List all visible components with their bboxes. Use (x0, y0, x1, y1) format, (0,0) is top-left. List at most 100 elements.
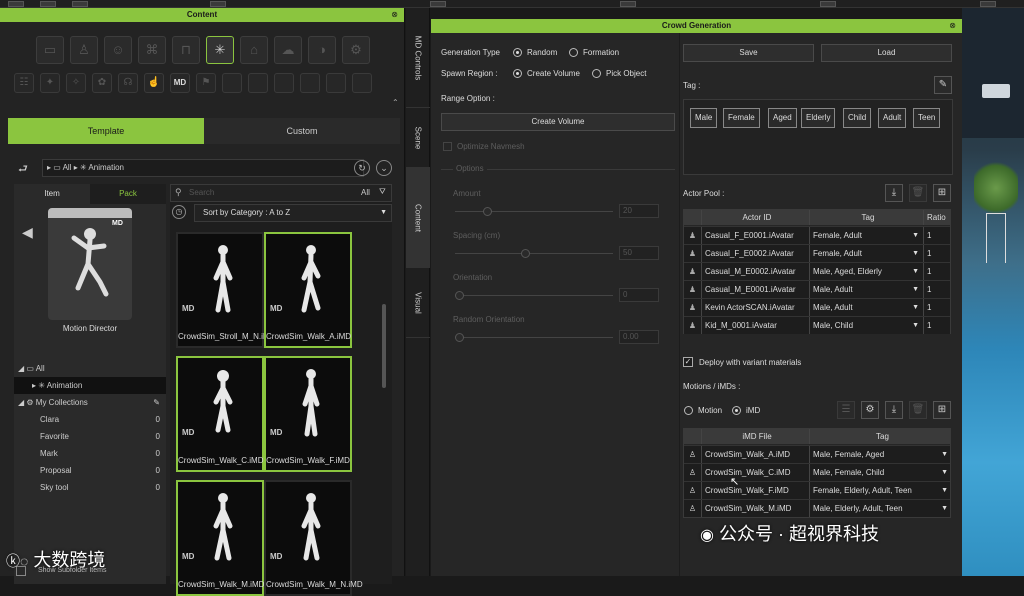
asset-thumbnail[interactable]: MD CrowdSim_Walk_A.iMD (264, 232, 352, 348)
tab-template[interactable]: Template (8, 118, 204, 144)
actor-ratio-cell[interactable]: 1 (924, 227, 952, 244)
toolbar-button[interactable] (210, 1, 226, 7)
collapse-icon[interactable]: ⌃ (392, 98, 399, 107)
md-icon[interactable]: MD (170, 73, 190, 93)
actor-ratio-cell[interactable]: 1 (924, 281, 952, 298)
filter-icon[interactable]: ⛛ (379, 187, 386, 197)
tree-item-mark[interactable]: Mark 0 (14, 445, 166, 462)
search-input[interactable]: Search (189, 188, 214, 197)
delete-actor-icon[interactable]: 🗑 (909, 184, 927, 202)
viewport-scene[interactable] (962, 8, 1024, 576)
import-actor-icon[interactable]: ⤓ (885, 184, 903, 202)
table-row[interactable]: ♙ CrowdSim_Walk_C.iMD Male, Female, Chil… (684, 463, 950, 481)
tag-male[interactable]: Male (690, 108, 718, 128)
save-button[interactable]: Save (683, 44, 814, 62)
create-volume-button[interactable]: Create Volume (441, 113, 675, 131)
back-icon[interactable]: ⮐ (18, 160, 28, 179)
tag-child[interactable]: Child (843, 108, 872, 128)
clock-icon[interactable]: ◷ (172, 205, 186, 219)
table-row[interactable]: ♟ Casual_F_E0001.iAvatar Female, Adult ▼ … (684, 226, 950, 244)
edit-icon[interactable]: ✎ (934, 76, 952, 94)
subtab-pack[interactable]: Pack (90, 184, 166, 204)
asset-thumbnail[interactable]: MD CrowdSim_Walk_F.iMD (264, 356, 352, 472)
import-motion-icon[interactable]: ⤓ (885, 401, 903, 419)
orientation-slider-knob[interactable] (455, 291, 464, 300)
filter-dropdown[interactable]: All (361, 188, 370, 197)
actor-tag-dropdown[interactable]: Male, Adult ▼ (810, 299, 924, 316)
sky-icon[interactable]: ◑ (308, 36, 336, 64)
pick-object-radio[interactable] (592, 69, 601, 78)
tree-item-all[interactable]: ◢ ▭ All (14, 360, 166, 377)
chevron-down-icon[interactable]: ⌄ (376, 160, 392, 176)
formation-radio[interactable] (569, 48, 578, 57)
toolbar-button[interactable] (40, 1, 56, 7)
subtab-item[interactable]: Item (14, 184, 90, 204)
random-orientation-slider-knob[interactable] (455, 333, 464, 342)
amount-slider-track[interactable] (455, 211, 613, 212)
tab-scene[interactable]: Scene (406, 108, 430, 168)
motion-icon[interactable]: ✳ (206, 36, 234, 64)
pack-preview[interactable]: MD (48, 208, 132, 320)
breadcrumb-all[interactable]: All (63, 163, 72, 172)
talk-icon[interactable]: ☊ (118, 73, 138, 93)
tag-adult[interactable]: Adult (878, 108, 907, 128)
random-orientation-slider-track[interactable] (455, 337, 613, 338)
add-actor-icon[interactable]: ⊞ (933, 184, 951, 202)
actor-tag-dropdown[interactable]: Female, Adult ▼ (810, 227, 924, 244)
actor-ratio-cell[interactable]: 1 (924, 263, 952, 280)
props-icon[interactable]: ⊓ (172, 36, 200, 64)
imd-tag-dropdown[interactable]: Male, Elderly, Adult, Teen ▼ (810, 500, 952, 517)
spacing-input[interactable]: 50 (619, 246, 659, 260)
empty-slot-icon[interactable] (300, 73, 320, 93)
actor-ratio-cell[interactable]: 1 (924, 299, 952, 316)
run-icon[interactable]: ✧ (66, 73, 86, 93)
tab-visual[interactable]: Visual (406, 268, 430, 338)
actor-ratio-cell[interactable]: 1 (924, 245, 952, 262)
asset-thumbnail[interactable]: MD CrowdSim_Walk_M_N.iMD (264, 480, 363, 596)
table-row[interactable]: ♟ Kevin ActorSCAN.iAvatar Male, Adult ▼ 1 (684, 298, 950, 316)
spacing-slider-track[interactable] (455, 253, 613, 254)
imd-radio[interactable] (732, 406, 741, 415)
toolbar-button[interactable] (8, 1, 24, 7)
tag-elderly[interactable]: Elderly (801, 108, 836, 128)
people-icon[interactable]: ♙ (70, 36, 98, 64)
imd-tag-dropdown[interactable]: Male, Female, Aged ▼ (810, 446, 952, 463)
flag-icon[interactable]: ⚑ (196, 73, 216, 93)
clothing-icon[interactable]: ⌘ (138, 36, 166, 64)
asset-thumbnail[interactable]: MD CrowdSim_Stroll_M_N.iMD (176, 232, 275, 348)
stage-icon[interactable]: ⌂ (240, 36, 268, 64)
tree-item-my-collections[interactable]: ◢ ⚙ My Collections ✎ (14, 394, 166, 411)
add-motion-icon[interactable]: ⊞ (933, 401, 951, 419)
random-radio[interactable] (513, 48, 522, 57)
breadcrumb-animation[interactable]: Animation (88, 163, 124, 172)
list-icon[interactable]: ☰ (837, 401, 855, 419)
settings-icon[interactable]: ⚙ (861, 401, 879, 419)
tag-female[interactable]: Female (723, 108, 760, 128)
tree-item-animation[interactable]: ▸ ✳ Animation (14, 377, 166, 394)
empty-slot-icon[interactable] (222, 73, 242, 93)
motion-radio[interactable] (684, 406, 693, 415)
empty-slot-icon[interactable] (248, 73, 268, 93)
deploy-variant-checkbox[interactable]: ✓ (683, 357, 693, 367)
toolbar-button[interactable] (820, 1, 836, 7)
random-orientation-input[interactable]: 0.00 (619, 330, 659, 344)
toolbar-button[interactable] (620, 1, 636, 7)
actor-tag-dropdown[interactable]: Male, Adult ▼ (810, 281, 924, 298)
table-row[interactable]: ♙ CrowdSim_Walk_A.iMD Male, Female, Aged… (684, 445, 950, 463)
gesture-icon[interactable]: ✿ (92, 73, 112, 93)
empty-slot-icon[interactable] (326, 73, 346, 93)
amount-input[interactable]: 20 (619, 204, 659, 218)
toolbar-button[interactable] (72, 1, 88, 7)
table-row[interactable]: ♟ Casual_M_E0001.iAvatar Male, Adult ▼ 1 (684, 280, 950, 298)
create-volume-radio[interactable] (513, 69, 522, 78)
sort-dropdown[interactable]: Sort by Category : A to Z ▼ (194, 204, 392, 222)
tab-custom[interactable]: Custom (204, 118, 400, 144)
tag-aged[interactable]: Aged (768, 108, 797, 128)
load-button[interactable]: Load (821, 44, 952, 62)
tag-teen[interactable]: Teen (913, 108, 941, 128)
folder-icon[interactable]: ▭ (36, 36, 64, 64)
hand-icon[interactable]: ☝ (144, 73, 164, 93)
tab-md-controls[interactable]: MD Controls (406, 8, 430, 108)
spacing-slider-knob[interactable] (521, 249, 530, 258)
asset-thumbnail[interactable]: MD CrowdSim_Walk_C.iMD (176, 356, 264, 472)
